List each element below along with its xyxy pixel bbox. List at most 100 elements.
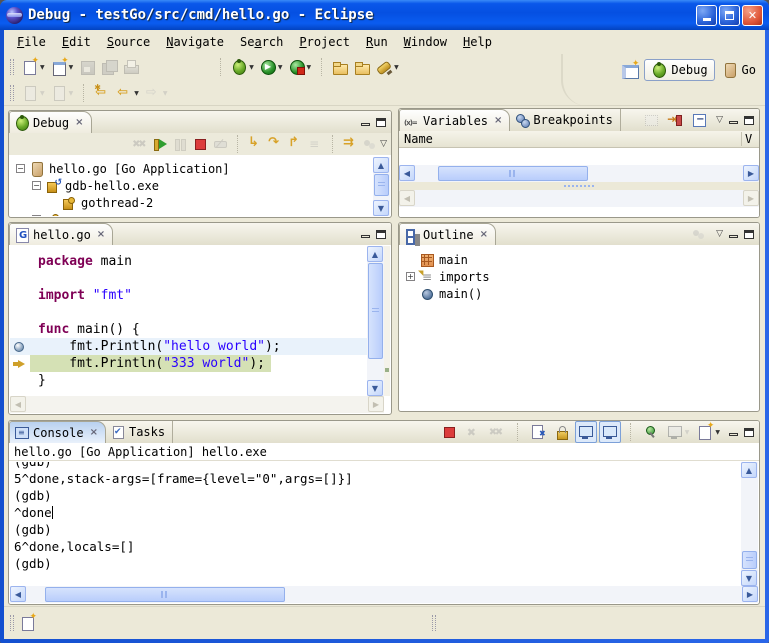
scroll-up-icon[interactable]: ▲: [373, 157, 389, 173]
scroll-right-icon[interactable]: ▶: [742, 586, 758, 602]
expand-icon[interactable]: +: [406, 272, 415, 281]
code-line[interactable]: import "fmt": [10, 287, 367, 304]
external-tools-button[interactable]: ▼: [286, 56, 315, 78]
scrollbar-thumb[interactable]: [742, 551, 757, 569]
open-type-button[interactable]: [329, 56, 351, 78]
overview-ruler[interactable]: [384, 246, 390, 396]
editor-annotation-ruler[interactable]: [10, 321, 30, 338]
scroll-right-icon[interactable]: ▶: [743, 165, 759, 181]
close-tab-icon[interactable]: ×: [97, 229, 105, 240]
show-when-stderr-changes-button[interactable]: ✖: [599, 421, 621, 443]
code-line[interactable]: [10, 270, 367, 287]
collapse-icon[interactable]: −: [32, 215, 41, 216]
back-button[interactable]: ▼: [113, 82, 142, 104]
dropdown-arrow-icon[interactable]: ▼: [134, 90, 139, 97]
menu-edit[interactable]: Edit: [55, 33, 98, 51]
minimize-button[interactable]: [696, 5, 717, 26]
tree-item[interactable]: +imports: [400, 268, 758, 285]
maximize-view-button[interactable]: [744, 428, 754, 437]
terminate-button[interactable]: [438, 421, 460, 443]
minimize-view-button[interactable]: [729, 433, 738, 436]
status-drag-handle[interactable]: [10, 615, 14, 631]
tab-breakpoints[interactable]: Breakpoints: [510, 109, 620, 131]
scrollbar-thumb[interactable]: [368, 263, 383, 359]
terminate-button[interactable]: [190, 134, 210, 154]
detail-pane-sash[interactable]: [399, 182, 759, 190]
menu-window[interactable]: Window: [397, 33, 454, 51]
menu-source[interactable]: Source: [100, 33, 157, 51]
show-when-stdout-changes-button[interactable]: [575, 421, 597, 443]
maximize-view-button[interactable]: [744, 230, 754, 239]
scroll-up-icon[interactable]: ▲: [367, 246, 383, 262]
view-menu-icon[interactable]: ▽: [380, 139, 387, 149]
editor-annotation-ruler[interactable]: [10, 355, 30, 372]
menu-search[interactable]: Search: [233, 33, 290, 51]
breakpoint-icon[interactable]: [14, 342, 24, 352]
tab-outline[interactable]: Outline ×: [399, 223, 496, 245]
perspective-go-button[interactable]: Go: [719, 60, 759, 80]
resume-button[interactable]: [150, 134, 170, 154]
column-value-header[interactable]: V: [741, 132, 759, 146]
fast-view-icon[interactable]: [20, 615, 36, 631]
use-step-filters-button[interactable]: [340, 134, 360, 154]
last-edit-location-button[interactable]: [91, 82, 113, 104]
maximize-view-button[interactable]: [744, 116, 754, 125]
close-tab-icon[interactable]: ×: [480, 229, 488, 240]
close-button[interactable]: ✕: [742, 5, 763, 26]
code-editor[interactable]: package mainimport "fmt"func main() { fm…: [10, 246, 367, 396]
console-vertical-scrollbar[interactable]: ▲ ▼: [741, 462, 758, 586]
dropdown-arrow-icon[interactable]: ▼: [715, 429, 720, 436]
run-launch-button[interactable]: ▼: [257, 56, 286, 78]
code-line[interactable]: package main: [10, 253, 367, 270]
open-resource-button[interactable]: [351, 56, 373, 78]
dropdown-arrow-icon[interactable]: ▼: [307, 64, 312, 71]
view-menu-icon[interactable]: ▽: [716, 229, 723, 239]
editor-horizontal-scrollbar[interactable]: ◀ ▶: [10, 396, 384, 413]
toolbar-drag-handle[interactable]: [10, 59, 14, 75]
console-horizontal-scrollbar[interactable]: ◀ ▶: [10, 586, 758, 603]
step-into-button[interactable]: [245, 134, 265, 154]
maximize-button[interactable]: [719, 5, 740, 26]
new-project-button[interactable]: ▼: [48, 56, 77, 78]
editor-annotation-ruler[interactable]: [10, 287, 30, 304]
tab-hello-go[interactable]: hello.go ×: [9, 223, 113, 245]
scroll-left-icon[interactable]: ◀: [10, 586, 26, 602]
minimize-view-button[interactable]: [729, 121, 738, 124]
open-console-button[interactable]: ▼: [694, 421, 723, 443]
editor-vertical-scrollbar[interactable]: ▲ ▼: [367, 246, 384, 396]
detail-horizontal-scrollbar[interactable]: ◀ ▶: [399, 190, 759, 207]
tab-debug[interactable]: Debug ×: [9, 111, 92, 133]
overview-annotation[interactable]: [385, 368, 389, 372]
menu-file[interactable]: File: [10, 33, 53, 51]
title-bar[interactable]: Debug - testGo/src/cmd/hello.go - Eclips…: [0, 0, 769, 30]
editor-annotation-ruler[interactable]: [10, 304, 30, 321]
menu-run[interactable]: Run: [359, 33, 395, 51]
dropdown-arrow-icon[interactable]: ▼: [40, 64, 45, 71]
scroll-down-icon[interactable]: ▼: [741, 570, 757, 586]
editor-annotation-ruler[interactable]: [10, 253, 30, 270]
view-menu-icon[interactable]: ▽: [716, 115, 723, 125]
collapse-icon[interactable]: −: [16, 164, 25, 173]
new-wizard-button[interactable]: ▼: [19, 56, 48, 78]
scroll-lock-button[interactable]: [551, 421, 573, 443]
perspective-debug-button[interactable]: Debug: [644, 59, 714, 81]
pin-console-button[interactable]: [640, 421, 662, 443]
dropdown-arrow-icon[interactable]: ▼: [249, 64, 254, 71]
menu-project[interactable]: Project: [292, 33, 357, 51]
toolbar-drag-handle[interactable]: [10, 85, 14, 101]
tree-item[interactable]: main(): [400, 285, 758, 302]
close-tab-icon[interactable]: ×: [90, 427, 98, 438]
close-tab-icon[interactable]: ×: [75, 117, 83, 128]
code-line[interactable]: }: [10, 372, 367, 389]
dropdown-arrow-icon[interactable]: ▼: [278, 64, 283, 71]
editor-annotation-ruler[interactable]: [10, 372, 30, 389]
maximize-view-button[interactable]: [376, 118, 386, 127]
dropdown-arrow-icon[interactable]: ▼: [394, 64, 399, 71]
maximize-view-button[interactable]: [376, 230, 386, 239]
minimize-view-button[interactable]: [361, 123, 370, 126]
tab-tasks[interactable]: Tasks: [106, 421, 173, 443]
tab-console[interactable]: Console ×: [9, 421, 106, 443]
status-drag-handle[interactable]: [432, 615, 436, 631]
variables-horizontal-scrollbar[interactable]: ◀ ▶: [399, 165, 759, 182]
step-over-button[interactable]: [265, 134, 285, 154]
